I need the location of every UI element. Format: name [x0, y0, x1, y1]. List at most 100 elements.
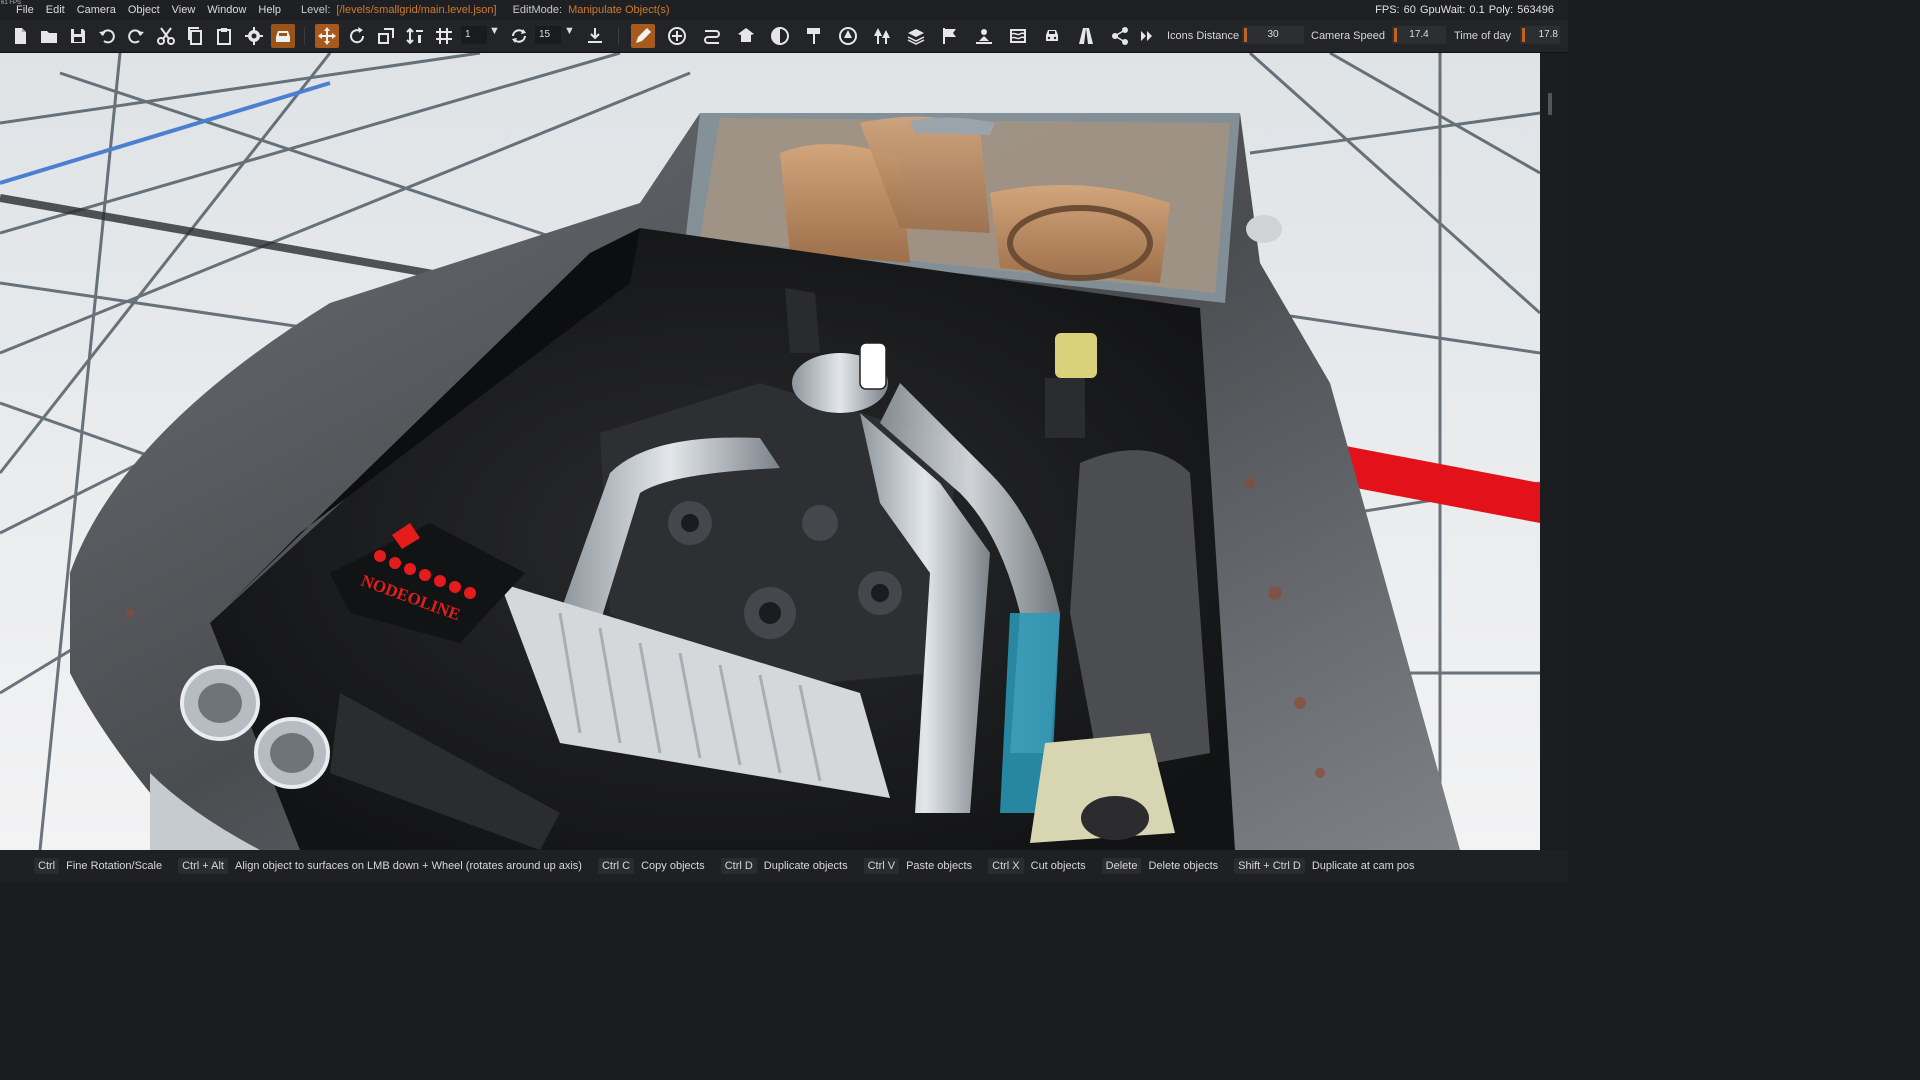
menu-camera[interactable]: Camera — [71, 4, 122, 16]
scene-render: NODEOLINE — [0, 53, 1540, 850]
camera-speed-value: 17.4 — [1409, 29, 1429, 40]
camera-speed-slider[interactable]: 17.4 — [1392, 26, 1446, 44]
hint-fine-rotation: Ctrl Fine Rotation/Scale — [34, 858, 162, 874]
menu-help[interactable]: Help — [252, 4, 287, 16]
3d-viewport[interactable]: NODEOLINE — [0, 53, 1540, 850]
translate-gizmo-icon[interactable] — [315, 24, 339, 48]
shortcut-hints-bar: Ctrl Fine Rotation/Scale Ctrl + Alt Alig… — [0, 850, 1568, 882]
time-of-day-slider[interactable]: 17.8 — [1520, 26, 1560, 44]
editmode-value: Manipulate Object(s) — [568, 4, 670, 16]
menu-object[interactable]: Object — [122, 4, 166, 16]
hint-cut: Ctrl X Cut objects — [988, 858, 1086, 874]
level-path: [/levels/smallgrid/main.level.json] — [336, 4, 497, 16]
slider-handle[interactable] — [1244, 28, 1247, 42]
hint-desc: Cut objects — [1030, 860, 1086, 872]
side-mirror — [1246, 215, 1282, 243]
copy-icon[interactable] — [183, 24, 207, 48]
forest-brush-icon[interactable] — [836, 24, 860, 48]
intake-pipe — [785, 288, 820, 353]
spawn-point-icon[interactable] — [972, 24, 996, 48]
ai-traffic-icon[interactable] — [1040, 24, 1064, 48]
snap-to-ground-icon[interactable] — [583, 24, 607, 48]
hint-desc: Copy objects — [641, 860, 705, 872]
wheel-well — [1070, 450, 1210, 773]
time-of-day-label: Time of day — [1454, 30, 1512, 42]
decal-road-icon[interactable] — [734, 24, 758, 48]
grid-snap-value-field[interactable]: 1 — [461, 26, 487, 44]
hint-desc: Paste objects — [906, 860, 973, 872]
rear-seat — [990, 185, 1170, 283]
icons-distance-label: Icons Distance — [1167, 30, 1240, 42]
layers-icon[interactable] — [904, 24, 928, 48]
open-folder-icon[interactable] — [37, 24, 61, 48]
redo-icon[interactable] — [124, 24, 148, 48]
hint-desc: Align object to surfaces on LMB down + W… — [234, 860, 582, 872]
hint-key: Ctrl X — [988, 858, 1024, 874]
brake-fluid-reservoir — [1055, 333, 1097, 378]
camera-speed-label: Camera Speed — [1311, 30, 1385, 42]
viewport-side-scroll[interactable] — [1540, 53, 1568, 850]
slider-handle[interactable] — [1394, 28, 1397, 42]
share-nodes-icon[interactable] — [1108, 24, 1132, 48]
river-tool-icon[interactable] — [1006, 24, 1030, 48]
rotate-gizmo-icon[interactable] — [345, 24, 369, 48]
hint-duplicate: Ctrl D Duplicate objects — [720, 858, 848, 874]
hint-desc: Delete objects — [1148, 860, 1219, 872]
hint-desc: Duplicate at cam pos — [1311, 860, 1415, 872]
icons-distance-slider[interactable]: 30 — [1242, 26, 1304, 44]
more-tools-chevron-icon[interactable] — [1134, 24, 1158, 48]
icons-distance-value: 30 — [1267, 29, 1279, 40]
performance-stats: FPS: 60 GpuWait: 0.1 Poly: 563496 — [1375, 4, 1554, 16]
menu-edit[interactable]: Edit — [40, 4, 71, 16]
paint-brush-icon[interactable] — [802, 24, 826, 48]
scale-gizmo-icon[interactable] — [374, 24, 398, 48]
terrain-material-icon[interactable] — [768, 24, 792, 48]
add-object-icon[interactable] — [665, 24, 689, 48]
hint-desc: Duplicate objects — [763, 860, 848, 872]
time-of-day-value: 17.8 — [1538, 29, 1558, 40]
grid-snap-dropdown-icon[interactable]: ▼ — [489, 25, 500, 37]
selected-object-icon[interactable] — [859, 342, 887, 390]
cut-icon[interactable] — [154, 24, 178, 48]
fps-mini-counter: 61 FPS — [1, 0, 22, 6]
toolbar: 1 ▼ 15 ▼ Icons Distance 30 Camera Speed … — [0, 20, 1568, 53]
main-menu: File Edit Camera Object View Window Help — [10, 4, 287, 16]
rotation-snap-dropdown-icon[interactable]: ▼ — [564, 25, 575, 37]
menu-bar: 61 FPS File Edit Camera Object View Wind… — [0, 0, 1568, 20]
hint-key: Ctrl — [34, 858, 60, 874]
trees-icon[interactable] — [870, 24, 894, 48]
vehicle-icon[interactable] — [271, 24, 295, 48]
new-file-icon[interactable] — [8, 24, 32, 48]
hint-desc: Fine Rotation/Scale — [66, 860, 163, 872]
hint-delete: Delete Delete objects — [1101, 858, 1219, 874]
hint-key: Ctrl C — [597, 858, 635, 874]
menu-view[interactable]: View — [166, 4, 202, 16]
hint-key: Shift + Ctrl D — [1234, 858, 1305, 874]
level-label: Level: — [301, 4, 331, 16]
scroll-knob[interactable] — [1548, 93, 1552, 115]
hint-paste: Ctrl V Paste objects — [863, 858, 973, 874]
rotation-snap-icon[interactable] — [507, 24, 531, 48]
editmode-label: EditMode: — [512, 4, 563, 16]
menu-window[interactable]: Window — [201, 4, 252, 16]
settings-gear-icon[interactable] — [242, 24, 266, 48]
hint-key: Ctrl + Alt — [178, 858, 228, 874]
snap-axis-icon[interactable] — [403, 24, 427, 48]
hint-key: Ctrl V — [863, 858, 900, 874]
hint-key: Ctrl D — [720, 858, 757, 874]
hint-copy: Ctrl C Copy objects — [597, 858, 705, 874]
toolbar-separator — [618, 27, 619, 45]
hint-duplicate-cam: Shift + Ctrl D Duplicate at cam pos — [1234, 858, 1415, 874]
save-icon[interactable] — [66, 24, 90, 48]
slider-handle[interactable] — [1522, 28, 1525, 42]
paste-icon[interactable] — [212, 24, 236, 48]
hint-key: Delete — [1101, 858, 1142, 874]
grid-snap-icon[interactable] — [432, 24, 456, 48]
flag-icon[interactable] — [938, 24, 962, 48]
navmesh-road-icon[interactable] — [1074, 24, 1098, 48]
undo-icon[interactable] — [95, 24, 119, 48]
pencil-edit-icon[interactable] — [631, 24, 655, 48]
toolbar-separator — [304, 27, 305, 45]
rotation-snap-value-field[interactable]: 15 — [535, 26, 561, 44]
road-editor-icon[interactable] — [700, 24, 724, 48]
